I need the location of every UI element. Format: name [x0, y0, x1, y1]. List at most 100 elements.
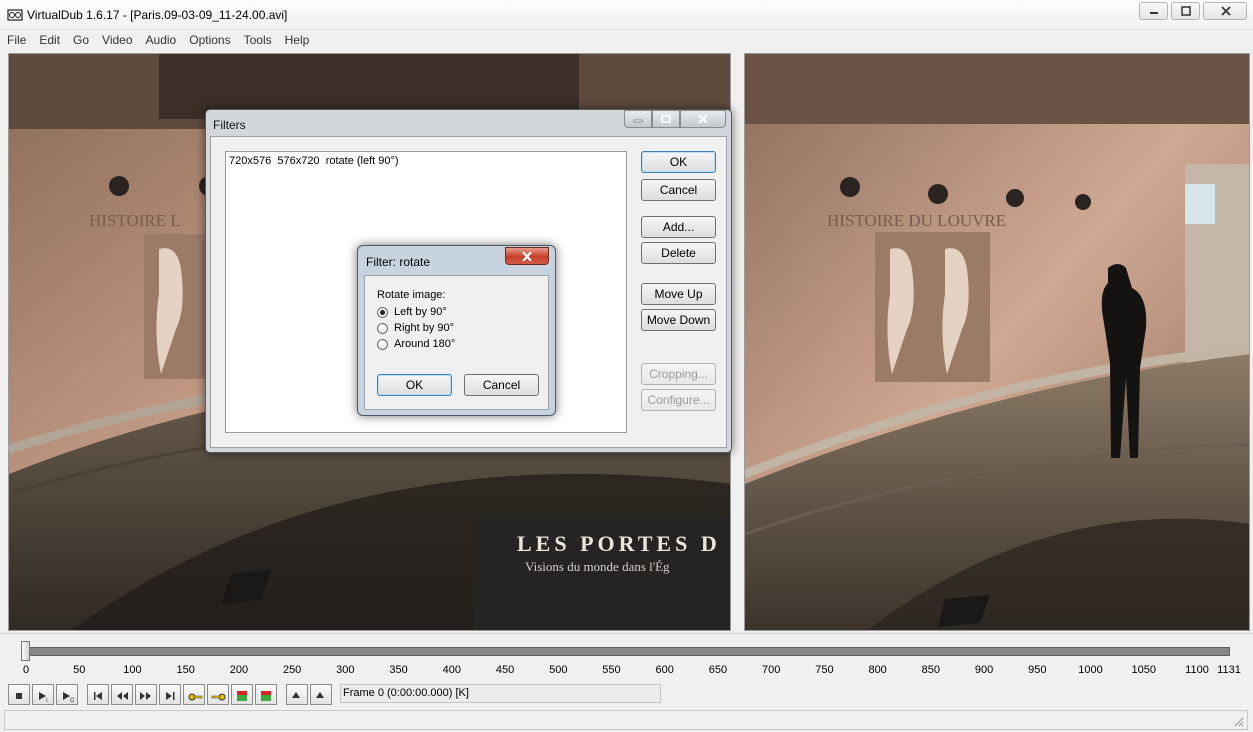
mark-in-icon	[292, 692, 300, 698]
tick-label: 550	[602, 664, 621, 676]
tick-label: 200	[229, 664, 249, 676]
timeline-panel: 0 50 100 150 200 250 300 350 400 450 500 550 600 650 7…	[0, 633, 1253, 732]
filter-output-size: 576x720	[277, 155, 320, 167]
menu-edit[interactable]: Edit	[32, 31, 66, 50]
next-keyframe-button[interactable]	[207, 684, 229, 705]
wall-text-left: HISTOIRE L	[89, 211, 181, 230]
position-slider-thumb[interactable]	[21, 641, 30, 661]
move-down-button[interactable]: Move Down	[641, 309, 716, 331]
position-track[interactable]	[26, 647, 1230, 656]
step-back-icon	[117, 692, 128, 700]
filters-close-button[interactable]	[680, 110, 726, 128]
mark-out-icon	[316, 692, 324, 698]
menu-help[interactable]: Help	[278, 31, 316, 50]
tick-label: 850	[921, 664, 941, 676]
next-key-icon	[211, 693, 226, 701]
tick-label: 1000	[1078, 664, 1103, 676]
tick-label: 50	[73, 664, 86, 676]
maximize-button[interactable]	[1171, 2, 1200, 20]
window-title: VirtualDub 1.6.17 - [Paris.09-03-09_11-2…	[27, 8, 288, 22]
step-forward-icon	[140, 692, 151, 700]
go-start-button[interactable]	[87, 684, 109, 705]
title-bar: VirtualDub 1.6.17 - [Paris.09-03-09_11-2…	[0, 0, 1253, 30]
filter-list-item[interactable]: 720x576 576x720 rotate (left 90°)	[229, 155, 399, 167]
minimize-button[interactable]	[1139, 2, 1168, 20]
tick-label: 1100	[1185, 664, 1209, 676]
rotate-group-label: Rotate image:	[377, 289, 446, 301]
rotate-cancel-button[interactable]: Cancel	[464, 374, 539, 396]
minimize-icon	[1150, 12, 1158, 14]
step-forward-button[interactable]	[135, 684, 157, 705]
radio-right-90[interactable]: Right by 90°	[377, 322, 454, 334]
radio-left-90[interactable]: Left by 90°	[377, 306, 447, 318]
tick-label: 1050	[1131, 664, 1157, 676]
tick-label: 900	[974, 664, 994, 676]
mark-in-button[interactable]	[286, 684, 308, 705]
play-output-button[interactable]: O	[56, 684, 78, 705]
configure-button[interactable]: Configure...	[641, 389, 716, 411]
tick-label: 500	[549, 664, 568, 676]
scene-forward-icon	[261, 691, 271, 701]
radio-around-180[interactable]: Around 180°	[377, 338, 455, 350]
output-video-pane[interactable]: HISTOIRE DU LOUVRE	[744, 53, 1250, 631]
wall-text-right: HISTOIRE DU LOUVRE	[827, 211, 1006, 230]
menu-bar: File Edit Go Video Audio Options Tools H…	[0, 31, 1253, 50]
play-output-icon: O	[63, 692, 74, 702]
tick-label: 250	[282, 664, 302, 676]
play-input-button[interactable]: I	[32, 684, 54, 705]
radio-label-left-90: Left by 90°	[394, 306, 447, 318]
resize-grip-icon[interactable]	[1232, 715, 1244, 727]
filters-maximize-button[interactable]	[652, 110, 680, 128]
filter-name: rotate (left 90°)	[325, 155, 399, 167]
rotate-ok-button[interactable]: OK	[377, 374, 452, 396]
output-video-frame: HISTOIRE DU LOUVRE	[745, 54, 1249, 630]
scene-back-button[interactable]	[231, 684, 253, 705]
tick-label: 0	[22, 664, 30, 676]
go-end-button[interactable]	[159, 684, 181, 705]
play-input-icon: I	[39, 692, 48, 702]
tick-label: 800	[868, 664, 887, 676]
tick-label: 1131	[1217, 664, 1241, 676]
move-up-button[interactable]: Move Up	[641, 283, 716, 305]
mark-out-button[interactable]	[310, 684, 332, 705]
tick-label: 100	[123, 664, 142, 676]
tick-label: 450	[495, 664, 515, 676]
radio-button-selected[interactable]	[377, 306, 388, 318]
video-overlay-subtitle: Visions du monde dans l'Ég	[525, 559, 670, 574]
radio-button[interactable]	[377, 338, 388, 350]
delete-filter-button[interactable]: Delete	[641, 242, 716, 264]
menu-tools[interactable]: Tools	[237, 31, 278, 50]
menu-go[interactable]: Go	[66, 31, 95, 50]
maximize-icon	[1181, 6, 1191, 16]
go-start-icon	[94, 692, 102, 700]
virtualdub-app-icon[interactable]	[7, 7, 23, 23]
filters-minimize-button[interactable]	[624, 110, 652, 128]
maximize-icon	[661, 115, 671, 123]
radio-label-right-90: Right by 90°	[394, 322, 455, 334]
tick-label: 350	[389, 664, 408, 676]
menu-options[interactable]: Options	[182, 31, 236, 50]
tick-label: 700	[761, 664, 781, 676]
tick-label: 400	[442, 664, 461, 676]
tick-label: 650	[708, 664, 728, 676]
radio-button[interactable]	[377, 322, 388, 334]
close-button[interactable]	[1203, 2, 1247, 20]
menu-audio[interactable]: Audio	[139, 31, 183, 50]
cropping-button[interactable]: Cropping...	[641, 363, 716, 385]
filters-cancel-button[interactable]: Cancel	[641, 179, 716, 201]
video-overlay-title: LES PORTES D	[517, 531, 721, 556]
stop-button[interactable]	[8, 684, 30, 705]
step-back-button[interactable]	[111, 684, 133, 705]
menu-video[interactable]: Video	[95, 31, 138, 50]
scene-back-icon	[237, 691, 247, 701]
rotate-filter-dialog: Filter: rotate Rotate image: Left by 90°…	[357, 245, 556, 416]
scene-forward-button[interactable]	[255, 684, 277, 705]
tick-label: 600	[655, 664, 674, 676]
filters-ok-button[interactable]: OK	[641, 151, 716, 173]
menu-file[interactable]: File	[0, 31, 32, 50]
add-filter-button[interactable]: Add...	[641, 216, 716, 238]
close-icon	[522, 252, 532, 261]
close-icon	[698, 115, 708, 123]
rotate-close-button[interactable]	[505, 247, 549, 265]
prev-keyframe-button[interactable]	[183, 684, 205, 705]
